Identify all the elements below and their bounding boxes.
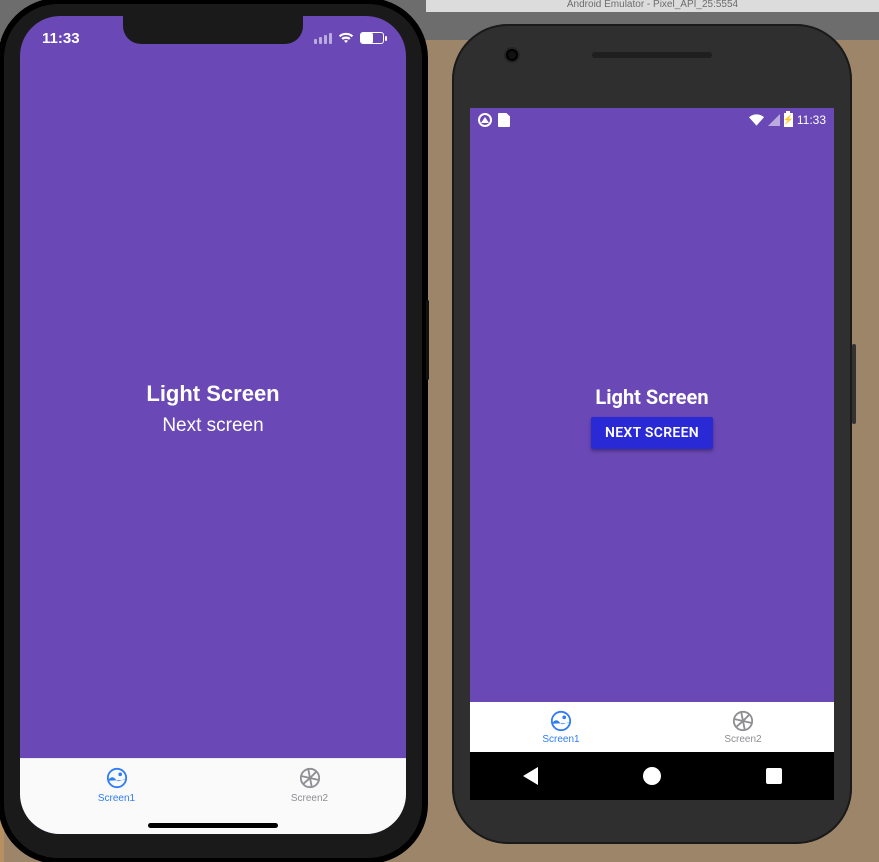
iphone-device-frame: 11:33 Light Screen Next screen Screen1 <box>0 0 426 862</box>
emulator-titlebar: Android Emulator - Pixel_API_25:5554 <box>426 0 879 12</box>
aperture-icon <box>299 767 321 789</box>
tab-screen2[interactable]: Screen2 <box>652 702 834 752</box>
iphone-power-button <box>426 300 429 380</box>
iphone-screen: 11:33 Light Screen Next screen Screen1 <box>20 16 406 834</box>
tab-label: Screen1 <box>98 793 135 804</box>
battery-charging-icon: ⚡ <box>784 113 793 127</box>
android-clock: 11:33 <box>797 113 826 127</box>
ios-screen-content: Light Screen Next screen <box>20 60 406 758</box>
ios-tab-bar: Screen1 Screen2 <box>20 758 406 834</box>
tab-screen1[interactable]: Screen1 <box>470 702 652 752</box>
android-screen: ⚡ 11:33 Light Screen NEXT SCREEN Screen1 <box>470 108 834 752</box>
tab-label: Screen2 <box>291 793 328 804</box>
nav-back-button[interactable] <box>523 767 538 785</box>
globe-icon <box>106 767 128 789</box>
cellular-signal-icon <box>768 114 780 126</box>
cellular-signal-icon <box>314 33 332 44</box>
wifi-icon <box>749 114 764 126</box>
ios-clock: 11:33 <box>42 30 80 47</box>
pixel-speaker <box>592 52 712 58</box>
next-screen-button[interactable]: NEXT SCREEN <box>591 417 713 449</box>
battery-icon <box>360 32 384 44</box>
expo-notification-icon <box>478 113 492 127</box>
nav-home-button[interactable] <box>643 767 661 785</box>
page-title: Light Screen <box>146 381 279 407</box>
tab-label: Screen2 <box>724 734 761 745</box>
iphone-notch <box>123 16 303 44</box>
ios-status-indicators <box>314 32 384 44</box>
tab-label: Screen1 <box>542 734 579 745</box>
pixel-side-button <box>852 344 856 424</box>
pixel-device-frame: ⚡ 11:33 Light Screen NEXT SCREEN Screen1 <box>452 24 852 844</box>
android-status-bar: ⚡ 11:33 <box>470 108 834 132</box>
page-title: Light Screen <box>595 385 708 409</box>
aperture-icon <box>732 710 754 732</box>
android-tab-bar: Screen1 Screen2 <box>470 702 834 752</box>
android-navigation-bar <box>470 752 834 800</box>
next-screen-button[interactable]: Next screen <box>162 415 263 437</box>
sd-card-icon <box>498 113 510 127</box>
globe-icon <box>550 710 572 732</box>
nav-recents-button[interactable] <box>766 768 782 784</box>
android-screen-content: Light Screen NEXT SCREEN <box>470 132 834 702</box>
wifi-icon <box>338 32 354 44</box>
pixel-front-camera <box>506 49 518 61</box>
home-indicator[interactable] <box>148 823 278 828</box>
